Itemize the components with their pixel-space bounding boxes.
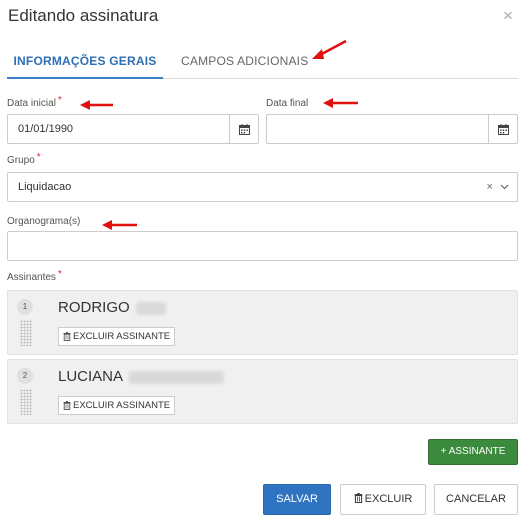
trash-icon (354, 493, 363, 503)
save-button[interactable]: SALVAR (263, 484, 331, 515)
annotation-arrow-icon (102, 220, 137, 230)
group-select-controls: × (487, 173, 510, 201)
trash-icon (63, 332, 71, 341)
redacted-surname (129, 371, 224, 384)
drag-dots (20, 320, 32, 346)
add-signer-label: ASSINANTE (448, 446, 506, 457)
required-marker: * (57, 95, 62, 106)
cancel-button[interactable]: CANCELAR (434, 484, 518, 515)
required-marker: * (57, 269, 62, 280)
delete-signer-label: EXCLUIR ASSINANTE (73, 331, 171, 342)
plus-icon: + (440, 446, 447, 457)
signer-card: 1 RODRIGO EXCLUIR ASSINANTE (7, 290, 518, 355)
end-date-input[interactable] (266, 114, 489, 144)
delete-button-label: EXCLUIR (364, 493, 413, 505)
drag-dots (20, 389, 32, 415)
delete-signer-button[interactable]: EXCLUIR ASSINANTE (58, 396, 176, 415)
tab-general-info[interactable]: INFORMAÇÕES GERAIS (7, 48, 163, 79)
start-date-input[interactable]: 01/01/1990 (7, 114, 230, 144)
end-date-calendar-button[interactable] (488, 114, 518, 144)
close-icon[interactable]: × (503, 6, 513, 26)
orgchart-input[interactable] (7, 231, 518, 261)
annotation-arrow-icon (323, 98, 358, 108)
annotation-arrow-icon (80, 100, 113, 110)
dialog-title: Editando assinatura (8, 6, 159, 25)
group-label: Grupo * (7, 152, 41, 166)
start-date-label: Data inicial * (7, 95, 62, 109)
delete-button[interactable]: EXCLUIR (340, 484, 426, 515)
signer-name: LUCIANA (58, 368, 124, 385)
calendar-icon (497, 123, 509, 135)
orgchart-label: Organograma(s) (7, 216, 81, 227)
annotation-arrow-icon (312, 39, 347, 59)
redacted-surname (136, 302, 166, 315)
tab-additional-fields[interactable]: CAMPOS ADICIONAIS (181, 48, 308, 79)
add-signer-button[interactable]: + ASSINANTE (428, 439, 518, 465)
delete-signer-button[interactable]: EXCLUIR ASSINANTE (58, 327, 176, 346)
start-date-calendar-button[interactable] (229, 114, 259, 144)
signer-index: 2 (17, 368, 33, 384)
signer-name: RODRIGO (58, 299, 130, 316)
group-select[interactable]: Liquidacao × (7, 172, 518, 202)
delete-signer-label: EXCLUIR ASSINANTE (73, 400, 171, 411)
chevron-down-icon[interactable] (500, 184, 509, 190)
signers-label: Assinantes * (7, 269, 62, 283)
group-select-value: Liquidacao (18, 181, 72, 193)
drag-handle-icon[interactable]: 2 (17, 368, 33, 416)
signer-card: 2 LUCIANA EXCLUIR ASSINANTE (7, 359, 518, 424)
drag-handle-icon[interactable]: 1 (17, 299, 33, 347)
trash-icon (63, 401, 71, 410)
end-date-label: Data final (266, 98, 309, 109)
required-marker: * (36, 152, 41, 163)
calendar-icon (238, 123, 250, 135)
signer-index: 1 (17, 299, 33, 315)
clear-icon[interactable]: × (487, 181, 493, 193)
tab-bar: INFORMAÇÕES GERAIS CAMPOS ADICIONAIS (7, 48, 518, 79)
